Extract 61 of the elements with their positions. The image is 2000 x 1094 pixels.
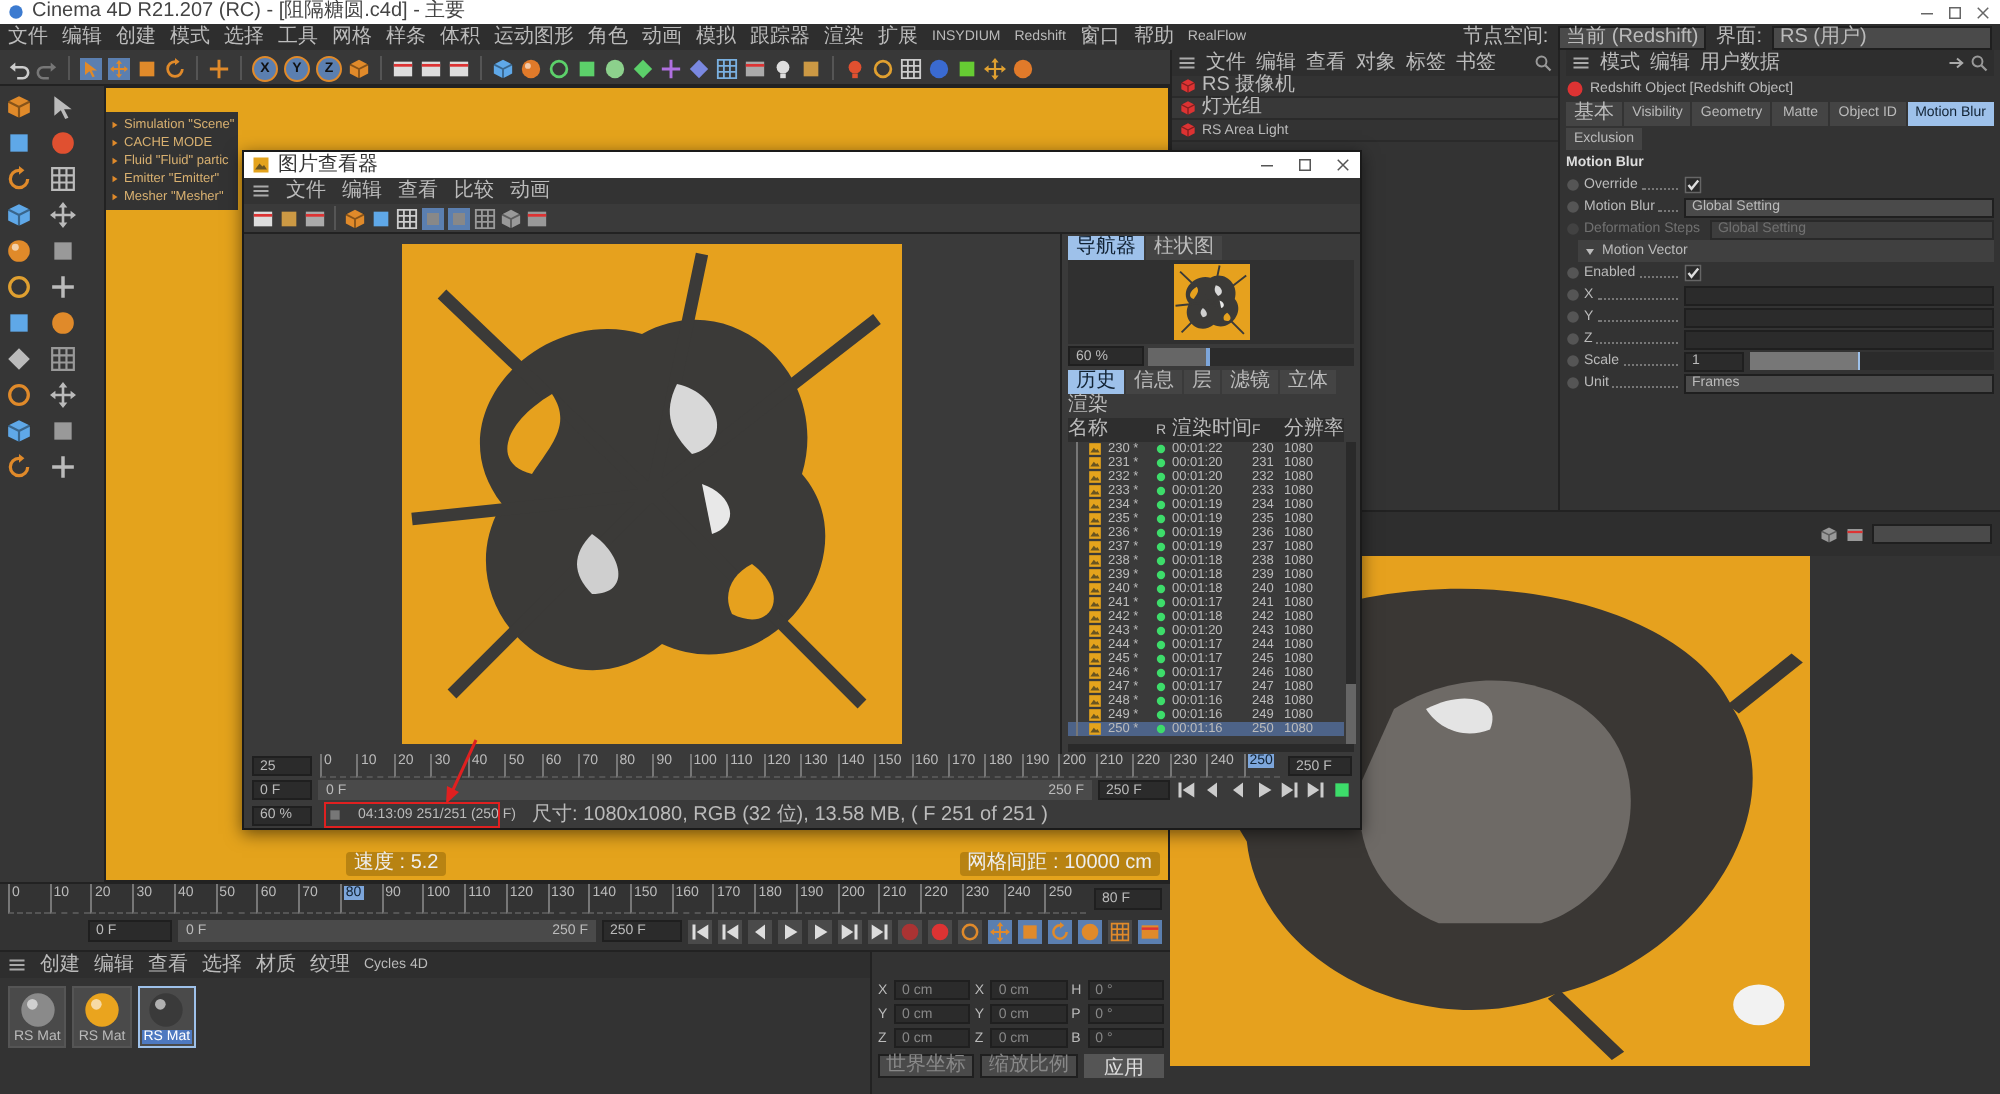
menu-item[interactable]: 文件 bbox=[286, 179, 326, 203]
menu-item[interactable]: 文件 bbox=[8, 24, 48, 50]
field-label: 节点空间: bbox=[1462, 24, 1549, 50]
speed-label: 速度 : 5.2 bbox=[346, 852, 447, 876]
menu-item[interactable]: 网格 bbox=[332, 24, 372, 50]
window-title: 图片查看器 bbox=[278, 153, 378, 177]
tab[interactable]: 柱状图 bbox=[1146, 235, 1222, 259]
menu-item[interactable]: 渲染 bbox=[824, 24, 864, 50]
menu-item[interactable]: 书签 bbox=[1456, 51, 1496, 75]
grid-spacing-label: 网格间距 : 10000 cm bbox=[959, 852, 1160, 876]
menu-item[interactable]: 编辑 bbox=[94, 953, 134, 977]
list-title: 渲染 bbox=[1068, 394, 1108, 416]
menu-item[interactable]: 模式 bbox=[1600, 51, 1640, 75]
menu-item[interactable]: 窗口 bbox=[1079, 24, 1120, 50]
column-header: 分辨率 bbox=[1284, 418, 1344, 442]
tab[interactable]: 基本 bbox=[1566, 102, 1623, 126]
menu-item[interactable]: 编辑 bbox=[62, 24, 102, 50]
column-header: 名称 bbox=[1068, 418, 1108, 442]
menu-item[interactable]: 选择 bbox=[224, 24, 264, 50]
object-name[interactable]: RS 摄像机 bbox=[1202, 74, 1296, 98]
menu-item[interactable]: 比较 bbox=[454, 179, 494, 203]
menu-item[interactable]: 跟踪器 bbox=[750, 24, 810, 50]
menu-item[interactable]: 查看 bbox=[398, 179, 438, 203]
tab[interactable]: 历史 bbox=[1068, 369, 1124, 393]
menu-item[interactable]: 编辑 bbox=[1650, 51, 1690, 75]
menu-item[interactable]: 对象 bbox=[1356, 51, 1396, 75]
image-info: 尺寸: 1080x1080, RGB (32 位), 13.58 MB, ( F 251 of 251 ) bbox=[532, 803, 1048, 827]
menu-item[interactable]: 动画 bbox=[510, 179, 550, 203]
object-name[interactable]: 灯光组 bbox=[1202, 96, 1262, 120]
menu-item[interactable]: 扩展 bbox=[878, 24, 918, 50]
menu-item[interactable]: 创建 bbox=[116, 24, 156, 50]
tab[interactable]: 信息 bbox=[1126, 369, 1182, 393]
menu-item[interactable]: 纹理 bbox=[310, 953, 350, 977]
menu-item[interactable]: 创建 bbox=[40, 953, 80, 977]
menu-item[interactable]: 编辑 bbox=[342, 179, 382, 203]
menu-item[interactable]: 工具 bbox=[278, 24, 318, 50]
field-label: 界面: bbox=[1716, 24, 1762, 50]
menu-item[interactable]: 角色 bbox=[588, 24, 628, 50]
tab[interactable]: 滤镜 bbox=[1222, 369, 1278, 393]
menu-item[interactable]: 运动图形 bbox=[494, 24, 574, 50]
menu-item[interactable]: 模式 bbox=[170, 24, 210, 50]
menu-item[interactable]: 体积 bbox=[440, 24, 480, 50]
menu-item[interactable]: 样条 bbox=[386, 24, 426, 50]
menu-item[interactable]: 查看 bbox=[148, 953, 188, 977]
menu-item[interactable]: 文件 bbox=[1206, 51, 1246, 75]
menu-item[interactable]: 标签 bbox=[1406, 51, 1446, 75]
tab[interactable]: 层 bbox=[1184, 369, 1220, 393]
node-space-dropdown[interactable]: 当前 (Redshift) bbox=[1558, 25, 1707, 49]
menu-item[interactable]: 查看 bbox=[1306, 51, 1346, 75]
menu-item[interactable]: 用户数据 bbox=[1700, 51, 1780, 75]
menu-item[interactable]: 选择 bbox=[202, 953, 242, 977]
menu-item[interactable]: 编辑 bbox=[1256, 51, 1296, 75]
menu-item[interactable]: 帮助 bbox=[1133, 24, 1174, 50]
menu-item[interactable]: 材质 bbox=[256, 953, 296, 977]
tab[interactable]: 导航器 bbox=[1068, 235, 1144, 259]
apply-button[interactable]: 应用 bbox=[1083, 1054, 1164, 1078]
column-header: 渲染时间 bbox=[1172, 418, 1252, 442]
menu-item[interactable]: 模拟 bbox=[696, 24, 736, 50]
menu-item[interactable]: 动画 bbox=[642, 24, 682, 50]
tab[interactable]: 立体 bbox=[1280, 369, 1336, 393]
layout-dropdown[interactable]: RS (用户) bbox=[1772, 25, 1992, 49]
